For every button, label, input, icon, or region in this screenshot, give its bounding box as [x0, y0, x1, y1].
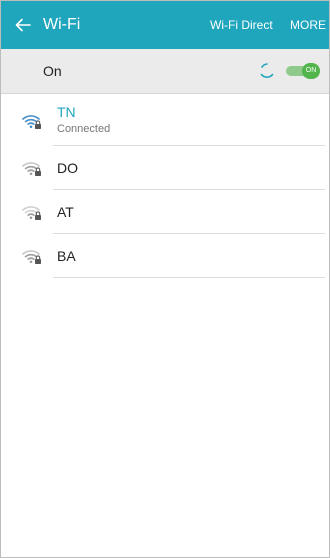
more-button[interactable]: MORE: [290, 18, 326, 32]
master-switch-label: On: [43, 63, 62, 79]
wifi-toggle[interactable]: ON: [286, 63, 320, 79]
network-item-at[interactable]: AT: [1, 190, 329, 234]
network-item-do[interactable]: DO: [1, 146, 329, 190]
network-name: TN: [57, 104, 76, 120]
wifi-settings-screen: Wi-Fi Wi-Fi Direct MORE On ON TN Connect…: [0, 0, 330, 558]
wifi-direct-button[interactable]: Wi-Fi Direct: [210, 18, 273, 32]
back-button[interactable]: [11, 13, 35, 37]
divider: [53, 277, 325, 278]
toggle-thumb: ON: [302, 63, 320, 79]
wifi-master-switch-row[interactable]: On ON: [1, 49, 329, 94]
spinner-icon: [260, 63, 274, 78]
network-name: BA: [57, 248, 76, 264]
wifi-locked-icon: [22, 206, 41, 220]
page-title: Wi-Fi: [43, 16, 81, 33]
wifi-locked-icon: [22, 250, 41, 264]
network-list: TN Connected DO AT BA: [1, 94, 329, 278]
network-name: DO: [57, 160, 78, 176]
network-item-ba[interactable]: BA: [1, 234, 329, 278]
arrow-left-icon: [15, 18, 31, 32]
network-item-tn[interactable]: TN Connected: [1, 94, 329, 146]
wifi-locked-icon: [22, 162, 41, 176]
app-bar: Wi-Fi Wi-Fi Direct MORE: [1, 1, 329, 49]
wifi-locked-icon: [22, 115, 41, 129]
network-status: Connected: [57, 123, 111, 135]
network-name: AT: [57, 204, 74, 220]
